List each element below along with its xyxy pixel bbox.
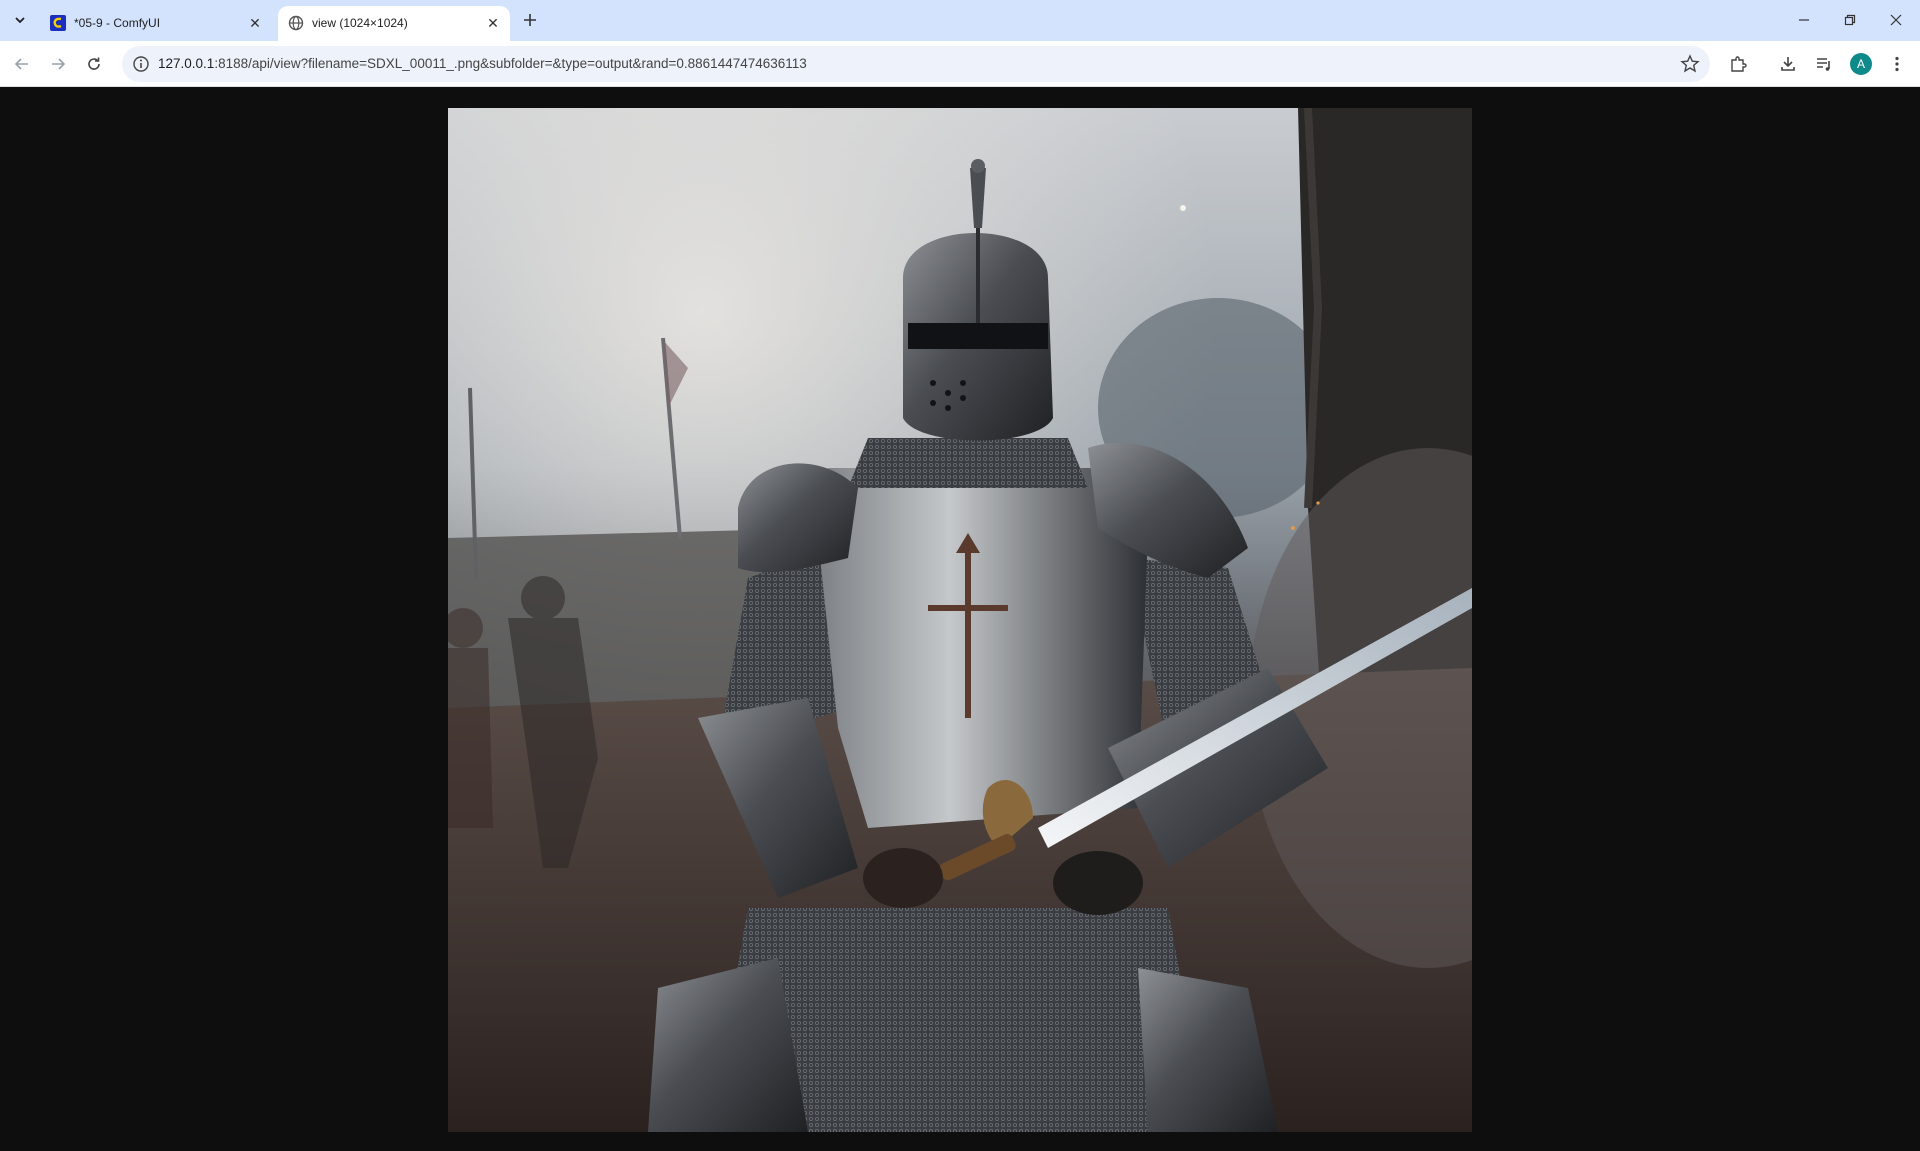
- arrow-left-icon: [14, 58, 28, 70]
- address-bar[interactable]: 127.0.0.1:8188/api/view?filename=SDXL_00…: [122, 46, 1710, 82]
- restore-icon: [1844, 14, 1856, 26]
- chevron-down-icon: [15, 17, 25, 24]
- reload-button[interactable]: [80, 50, 108, 78]
- kebab-menu-icon: [1895, 56, 1899, 72]
- downloads-button[interactable]: [1776, 52, 1800, 76]
- minimize-icon: [1799, 19, 1809, 21]
- knight-illustration: [448, 108, 1472, 1132]
- tab-search-button[interactable]: [6, 8, 34, 32]
- tab-comfyui[interactable]: *05-9 - ComfyUI ✕: [40, 6, 272, 41]
- media-controls-button[interactable]: [1812, 52, 1836, 76]
- browser-toolbar: 127.0.0.1:8188/api/view?filename=SDXL_00…: [0, 41, 1920, 87]
- tab-strip: *05-9 - ComfyUI ✕ view (1024×1024) ✕: [0, 0, 1920, 41]
- menu-button[interactable]: [1885, 52, 1909, 76]
- comfyui-icon: [50, 15, 66, 31]
- minimize-button[interactable]: [1790, 6, 1818, 34]
- tab-view-image[interactable]: view (1024×1024) ✕: [278, 6, 510, 41]
- tab-title: *05-9 - ComfyUI: [74, 16, 161, 30]
- image-viewer: [0, 87, 1920, 1151]
- new-tab-button[interactable]: [518, 8, 542, 32]
- close-icon[interactable]: ✕: [484, 14, 502, 32]
- download-icon: [1781, 57, 1795, 71]
- bookmark-star-icon[interactable]: [1680, 54, 1700, 74]
- plus-icon: [524, 14, 536, 26]
- generated-image[interactable]: [448, 108, 1472, 1132]
- extensions-button[interactable]: [1726, 52, 1750, 76]
- reload-icon: [88, 57, 100, 70]
- playlist-icon: [1817, 58, 1830, 71]
- globe-icon: [288, 15, 304, 31]
- url-path: :8188/api/view?filename=SDXL_00011_.png&…: [214, 56, 807, 71]
- back-button[interactable]: [8, 50, 36, 78]
- forward-button[interactable]: [44, 50, 72, 78]
- close-window-button[interactable]: [1882, 6, 1910, 34]
- arrow-right-icon: [52, 58, 66, 70]
- close-icon: [1890, 14, 1902, 26]
- restore-button[interactable]: [1836, 6, 1864, 34]
- url-host: 127.0.0.1: [158, 56, 215, 71]
- tab-title: view (1024×1024): [312, 16, 408, 30]
- url-text[interactable]: 127.0.0.1:8188/api/view?filename=SDXL_00…: [158, 56, 807, 71]
- puzzle-icon: [1731, 56, 1747, 72]
- profile-avatar[interactable]: A: [1850, 53, 1872, 75]
- close-icon[interactable]: ✕: [246, 14, 264, 32]
- info-icon[interactable]: [132, 55, 150, 73]
